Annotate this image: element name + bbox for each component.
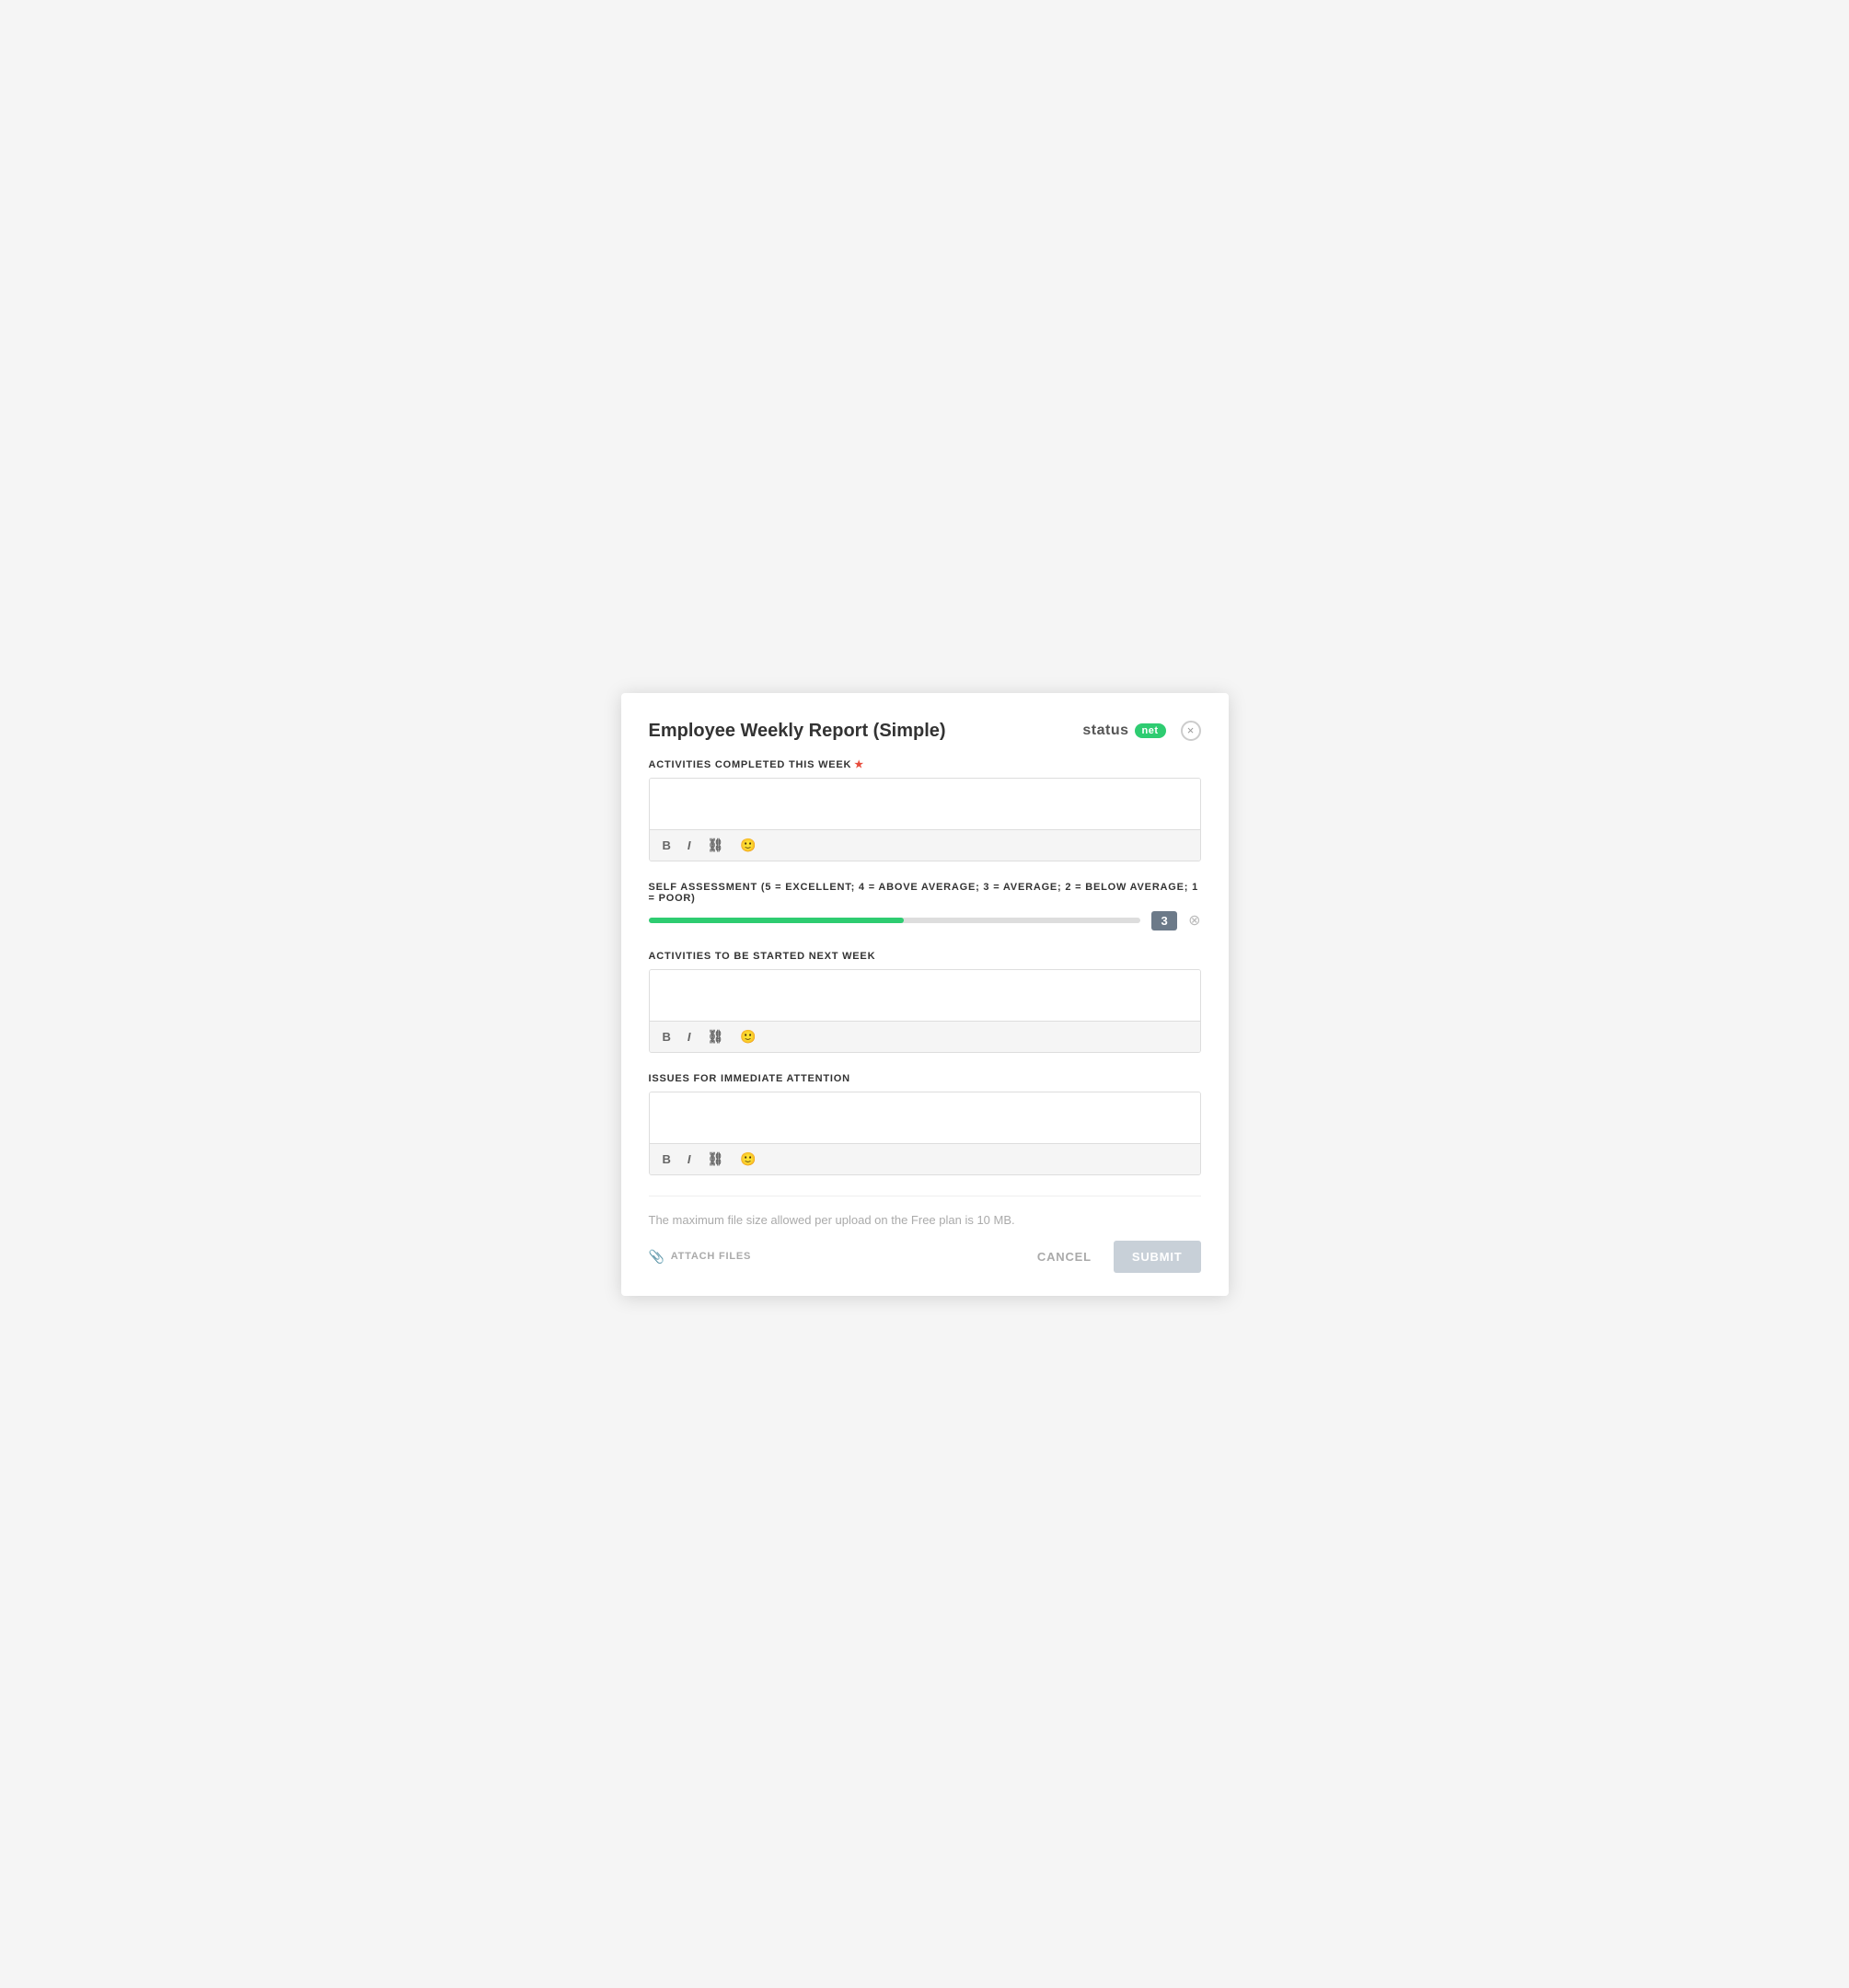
activities-completed-label: ACTIVITIES COMPLETED THIS WEEK★ (649, 758, 1201, 770)
activities-completed-editor: B I ⛓ 🙂 (649, 778, 1201, 861)
modal-dialog: Employee Weekly Report (Simple) status n… (621, 693, 1229, 1296)
brand-text: status (1082, 722, 1128, 739)
paperclip-icon: 📎 (649, 1249, 665, 1265)
modal-title-area: Employee Weekly Report (Simple) (649, 721, 946, 742)
activities-completed-input[interactable] (650, 779, 1200, 829)
modal-footer: 📎 ATTACH FILES CANCEL SUBMIT (649, 1241, 1201, 1273)
bold-button-2[interactable]: B (659, 1028, 675, 1046)
activities-next-week-input[interactable] (650, 970, 1200, 1021)
slider-row: 3 ⊗ (649, 911, 1201, 930)
issues-attention-editor: B I ⛓ 🙂 (649, 1092, 1201, 1175)
italic-button-1[interactable]: I (684, 837, 695, 854)
brand-area: status net × (1082, 721, 1200, 741)
file-upload-note: The maximum file size allowed per upload… (649, 1213, 1201, 1227)
activities-completed-toolbar: B I ⛓ 🙂 (650, 829, 1200, 861)
slider-track-wrapper (649, 918, 1141, 923)
link-button-2[interactable]: ⛓ (704, 1027, 728, 1046)
emoji-button-1[interactable]: 🙂 (736, 836, 759, 855)
page-wrapper: Employee Weekly Report (Simple) status n… (0, 0, 1849, 1988)
attach-files-label: ATTACH FILES (671, 1251, 751, 1262)
italic-button-2[interactable]: I (684, 1028, 695, 1046)
bold-button-3[interactable]: B (659, 1150, 675, 1168)
activities-next-week-label: ACTIVITIES TO BE STARTED NEXT WEEK (649, 951, 1201, 962)
footer-actions: CANCEL SUBMIT (1026, 1241, 1201, 1273)
issues-attention-label: ISSUES FOR IMMEDIATE ATTENTION (649, 1073, 1201, 1084)
slider-value-badge: 3 (1151, 911, 1177, 930)
emoji-button-2[interactable]: 🙂 (736, 1027, 759, 1046)
modal-title: Employee Weekly Report (Simple) (649, 721, 946, 742)
link-button-1[interactable]: ⛓ (704, 836, 728, 855)
emoji-button-3[interactable]: 🙂 (736, 1150, 759, 1169)
self-assessment-label: SELF ASSESSMENT (5 = EXCELLENT; 4 = ABOV… (649, 882, 1201, 904)
modal-header: Employee Weekly Report (Simple) status n… (649, 721, 1201, 742)
bold-button-1[interactable]: B (659, 837, 675, 854)
link-button-3[interactable]: ⛓ (704, 1150, 728, 1169)
slider-clear-button[interactable]: ⊗ (1188, 911, 1200, 930)
cancel-button[interactable]: CANCEL (1026, 1242, 1103, 1271)
self-assessment-section: SELF ASSESSMENT (5 = EXCELLENT; 4 = ABOV… (649, 882, 1201, 930)
brand-badge: net (1135, 723, 1166, 738)
italic-button-3[interactable]: I (684, 1150, 695, 1168)
activities-next-week-toolbar: B I ⛓ 🙂 (650, 1021, 1200, 1052)
close-button[interactable]: × (1181, 721, 1201, 741)
issues-attention-section: ISSUES FOR IMMEDIATE ATTENTION B I ⛓ 🙂 (649, 1073, 1201, 1175)
required-indicator: ★ (854, 759, 864, 770)
submit-button[interactable]: SUBMIT (1114, 1241, 1201, 1273)
issues-attention-toolbar: B I ⛓ 🙂 (650, 1143, 1200, 1174)
issues-attention-input[interactable] (650, 1092, 1200, 1143)
activities-next-week-editor: B I ⛓ 🙂 (649, 969, 1201, 1053)
activities-next-week-section: ACTIVITIES TO BE STARTED NEXT WEEK B I ⛓… (649, 951, 1201, 1053)
activities-completed-section: ACTIVITIES COMPLETED THIS WEEK★ B I ⛓ 🙂 (649, 758, 1201, 861)
attach-files-button[interactable]: 📎 ATTACH FILES (649, 1249, 752, 1265)
